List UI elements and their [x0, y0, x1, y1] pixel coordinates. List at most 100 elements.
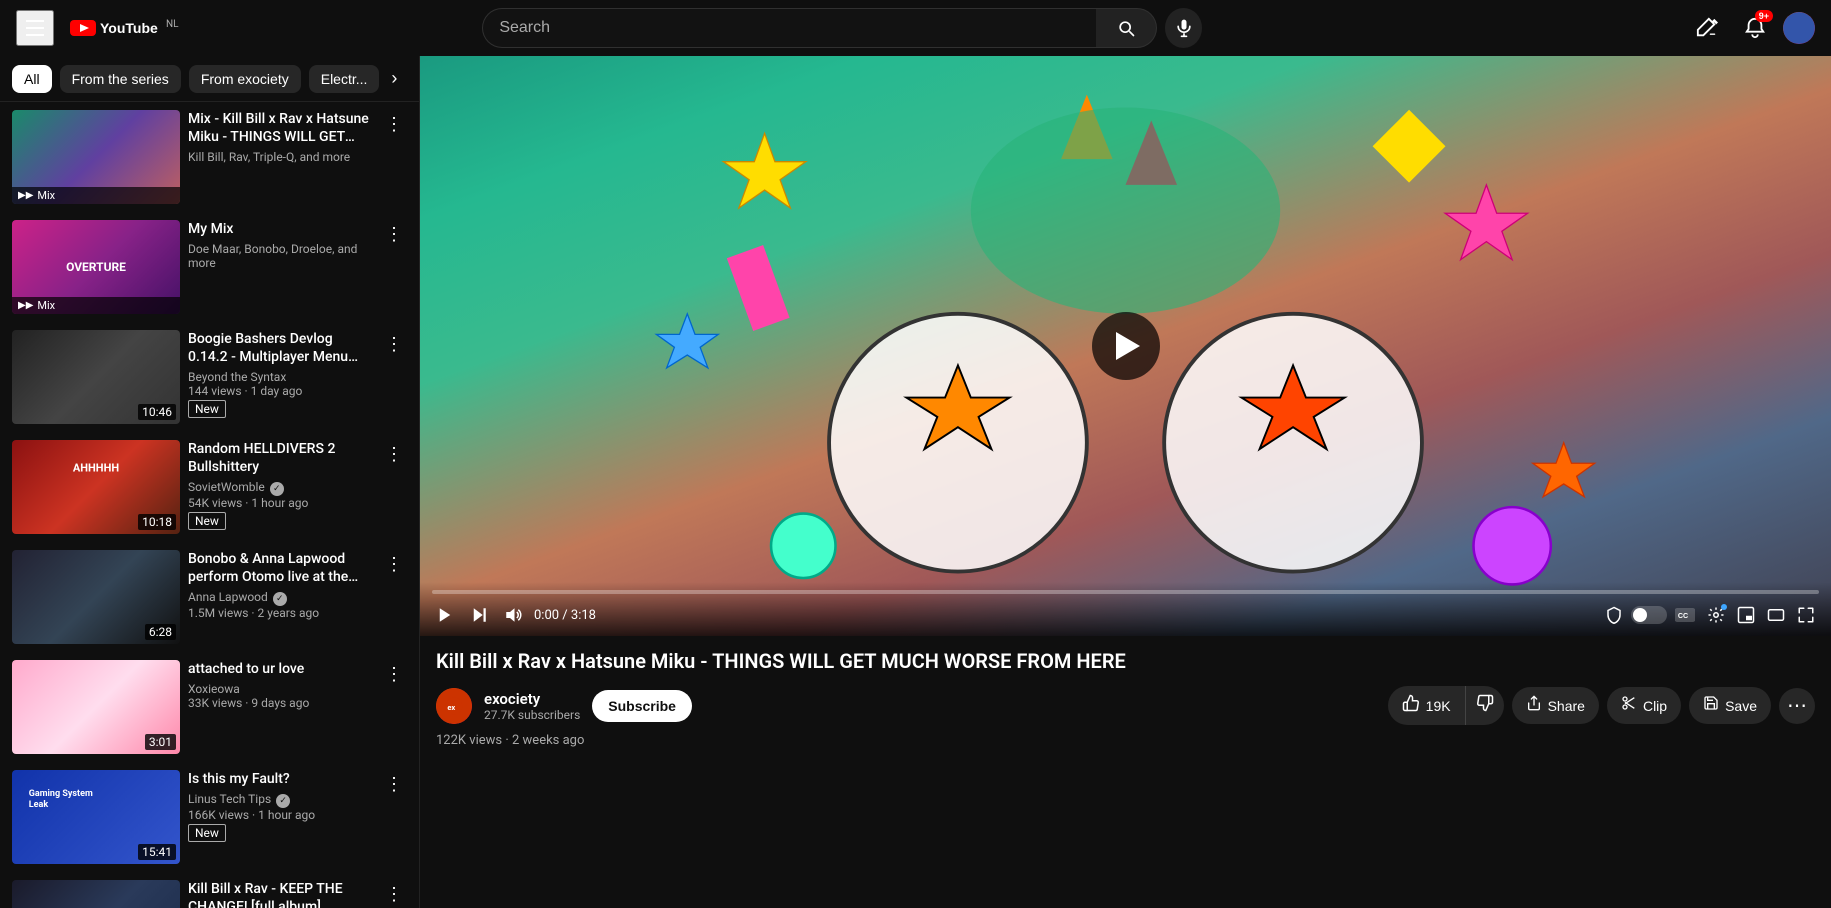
- verified-badge: ✓: [270, 482, 284, 496]
- queue-item[interactable]: ▶▶ Mix Mix - Kill Bill x Rav x Hatsune M…: [0, 102, 419, 212]
- share-button[interactable]: Share: [1512, 687, 1599, 724]
- save-button[interactable]: Save: [1689, 687, 1771, 724]
- autoplay-toggle[interactable]: [1631, 606, 1667, 624]
- header: YouTube NL: [0, 0, 1831, 56]
- queue-thumbnail: AHHHHH 10:18: [12, 440, 180, 534]
- subtitles-button[interactable]: CC: [1671, 604, 1699, 626]
- queue-item-meta: 54K views · 1 hour ago: [188, 496, 373, 510]
- queue-item[interactable]: Kill Bill x Rav - KEEP THE CHANGE! [full…: [0, 872, 419, 908]
- more-options-button[interactable]: ⋯: [1779, 688, 1815, 724]
- queue-item-channel: Doe Maar, Bonobo, Droeloe, and more: [188, 242, 373, 270]
- cc-icon: CC: [1675, 608, 1695, 622]
- queue-item-more[interactable]: ⋮: [381, 880, 407, 908]
- queue-item-more[interactable]: ⋮: [381, 440, 407, 469]
- dislike-button[interactable]: [1465, 686, 1504, 725]
- filter-all[interactable]: All: [12, 65, 52, 93]
- queue-item-more[interactable]: ⋮: [381, 330, 407, 359]
- subscribe-button[interactable]: Subscribe: [592, 690, 692, 722]
- subscriber-count: 27.7K subscribers: [484, 708, 580, 722]
- settings-dot: [1721, 604, 1727, 610]
- voice-search-button[interactable]: [1165, 8, 1202, 48]
- queue-item-more[interactable]: ⋮: [381, 220, 407, 249]
- country-badge: NL: [166, 19, 179, 30]
- channel-avatar[interactable]: ex: [436, 688, 472, 724]
- fullscreen-button[interactable]: [1793, 602, 1819, 628]
- queue-item-info: Random HELLDIVERS 2 Bullshittery SovietW…: [188, 440, 373, 530]
- queue-item-more[interactable]: ⋮: [381, 550, 407, 579]
- svg-text:ex: ex: [447, 703, 455, 712]
- queue-thumbnail: ▶▶ Mix: [12, 110, 180, 204]
- queue-item-channel: SovietWomble ✓: [188, 480, 373, 496]
- queue-item[interactable]: OVERTURE ▶▶ Mix My Mix Doe Maar, Bonobo,…: [0, 212, 419, 322]
- video-info: Kill Bill x Rav x Hatsune Miku - THINGS …: [420, 636, 1831, 756]
- mix-badge: ▶▶ Mix: [12, 187, 180, 204]
- search-input[interactable]: [482, 8, 1096, 48]
- queue-thumbnail: 10:46: [12, 330, 180, 424]
- filter-bar: All From the series From exociety Electr…: [0, 56, 419, 102]
- volume-icon: [504, 606, 522, 624]
- video-title: Kill Bill x Rav x Hatsune Miku - THINGS …: [436, 648, 1815, 674]
- queue-item[interactable]: Gaming SystemLeak 15:41 Is this my Fault…: [0, 762, 419, 872]
- new-badge: New: [188, 824, 226, 842]
- create-button[interactable]: [1687, 8, 1727, 48]
- notifications-button[interactable]: 9+: [1735, 8, 1775, 48]
- menu-button[interactable]: [16, 10, 54, 46]
- queue-item[interactable]: AHHHHH 10:18 Random HELLDIVERS 2 Bullshi…: [0, 432, 419, 542]
- theatre-button[interactable]: [1763, 602, 1789, 628]
- queue-item[interactable]: 6:28 Bonobo & Anna Lapwood perform Otomo…: [0, 542, 419, 652]
- queue-item-title: Bonobo & Anna Lapwood perform Otomo live…: [188, 550, 373, 586]
- volume-button[interactable]: [500, 602, 526, 628]
- clip-button[interactable]: Clip: [1607, 687, 1681, 724]
- controls-row: 0:00 / 3:18: [432, 602, 1819, 628]
- queue-item-title: My Mix: [188, 220, 373, 238]
- svg-text:YouTube: YouTube: [100, 20, 158, 36]
- like-icon: [1402, 694, 1420, 717]
- dislike-icon: [1476, 694, 1494, 717]
- fullscreen-icon: [1797, 606, 1815, 624]
- queue-item-info: Boogie Bashers Devlog 0.14.2 - Multiplay…: [188, 330, 373, 418]
- filter-electr[interactable]: Electr...: [309, 65, 380, 93]
- video-stats: 122K views · 2 weeks ago: [436, 733, 1815, 748]
- search-form: [482, 8, 1157, 48]
- queue-sidebar: All From the series From exociety Electr…: [0, 56, 420, 908]
- queue-item-info: attached to ur love Xoxieowa 33K views ·…: [188, 660, 373, 710]
- queue-item[interactable]: 3:01 attached to ur love Xoxieowa 33K vi…: [0, 652, 419, 762]
- queue-item-more[interactable]: ⋮: [381, 110, 407, 139]
- video-player: 0:00 / 3:18: [420, 56, 1831, 636]
- filter-series[interactable]: From the series: [60, 65, 181, 93]
- save-label: Save: [1725, 698, 1757, 714]
- queue-item-title: Is this my Fault?: [188, 770, 373, 788]
- queue-item-more[interactable]: ⋮: [381, 660, 407, 689]
- queue-thumbnail: Gaming SystemLeak 15:41: [12, 770, 180, 864]
- search-button[interactable]: [1096, 8, 1157, 48]
- queue-item-more[interactable]: ⋮: [381, 770, 407, 799]
- save-icon: [1703, 695, 1719, 716]
- queue-item-info: Mix - Kill Bill x Rav x Hatsune Miku - T…: [188, 110, 373, 164]
- settings-button[interactable]: [1703, 602, 1729, 628]
- thumb-text: OVERTURE: [66, 260, 126, 274]
- play-pause-button[interactable]: [432, 602, 458, 628]
- controls-right: CC: [1601, 602, 1819, 628]
- user-avatar[interactable]: [1783, 12, 1815, 44]
- like-button[interactable]: 19K: [1388, 686, 1465, 725]
- filter-exociety[interactable]: From exociety: [189, 65, 301, 93]
- share-label: Share: [1548, 698, 1585, 714]
- miniplayer-button[interactable]: [1733, 602, 1759, 628]
- queue-item-title: Kill Bill x Rav - KEEP THE CHANGE! [full…: [188, 880, 373, 908]
- queue-item[interactable]: 10:46 Boogie Bashers Devlog 0.14.2 - Mul…: [0, 322, 419, 432]
- queue-item-channel: Linus Tech Tips ✓: [188, 792, 373, 808]
- progress-bar[interactable]: [432, 590, 1819, 594]
- channel-row: ex exociety 27.7K subscribers Subscribe: [436, 686, 1815, 725]
- queue-thumbnail: OVERTURE ▶▶ Mix: [12, 220, 180, 314]
- channel-name[interactable]: exociety: [484, 690, 580, 708]
- queue-item-title: Boogie Bashers Devlog 0.14.2 - Multiplay…: [188, 330, 373, 366]
- next-button[interactable]: [466, 602, 492, 628]
- thumb-duration: 6:28: [145, 624, 176, 640]
- play-icon: [436, 606, 454, 624]
- play-button[interactable]: [1092, 312, 1160, 380]
- clip-label: Clip: [1643, 698, 1667, 714]
- safety-mode-button[interactable]: [1601, 602, 1627, 628]
- queue-item-channel: Xoxieowa: [188, 682, 373, 696]
- filter-scroll-right[interactable]: ›: [387, 64, 401, 93]
- youtube-logo[interactable]: YouTube NL: [70, 18, 179, 38]
